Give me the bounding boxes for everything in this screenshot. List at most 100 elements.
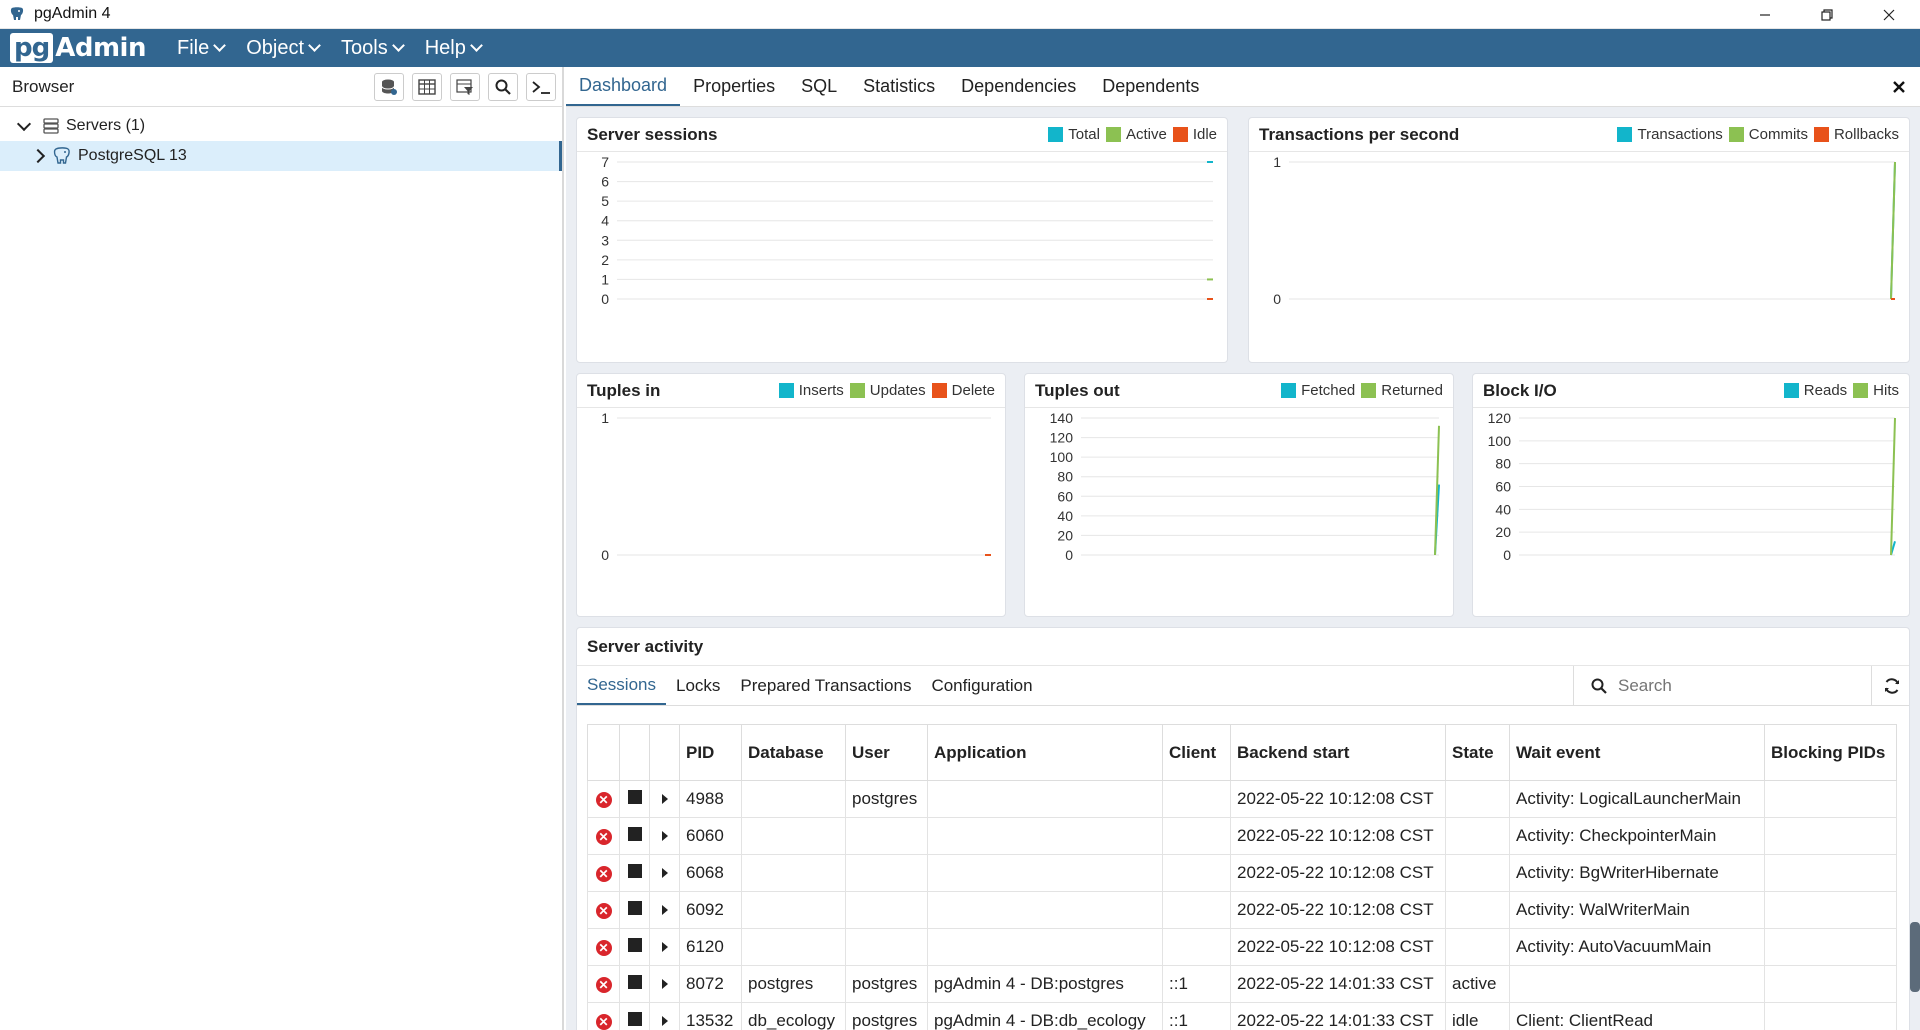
expand-row-cell[interactable] — [649, 780, 680, 818]
table-row[interactable]: ✕ 6060 2022-05-22 10:12:08 CST Activity: Ch… — [587, 817, 1897, 855]
expand-row-cell[interactable] — [649, 854, 680, 892]
table-cell: Activity: BgWriterHibernate — [1509, 854, 1765, 892]
caret-right-icon[interactable] — [661, 868, 668, 878]
stop-icon[interactable] — [627, 975, 642, 989]
cancel-icon[interactable]: ✕ — [595, 829, 612, 845]
legend-label: Commits — [1748, 126, 1808, 143]
caret-right-icon[interactable] — [661, 905, 668, 915]
y-tick-label: 0 — [601, 291, 609, 307]
expand-row-cell[interactable] — [649, 928, 680, 966]
cancel-icon[interactable]: ✕ — [595, 1014, 612, 1030]
table-cell — [1764, 965, 1897, 1003]
col-application[interactable]: Application — [927, 724, 1163, 781]
col-database[interactable]: Database — [741, 724, 846, 781]
cancel-icon[interactable]: ✕ — [595, 903, 612, 919]
tab-sessions[interactable]: Sessions — [577, 666, 666, 705]
cancel-icon[interactable]: ✕ — [595, 866, 612, 882]
chevron-down-icon[interactable] — [16, 116, 32, 131]
menu-file[interactable]: File — [166, 37, 235, 60]
y-tick-label: 40 — [1057, 508, 1073, 524]
caret-right-icon[interactable] — [661, 794, 668, 804]
tab-dashboard[interactable]: Dashboard — [566, 67, 681, 106]
cancel-query-cell[interactable]: ✕ — [587, 780, 620, 818]
expand-row-cell[interactable] — [649, 965, 680, 1003]
tree-node-servers[interactable]: Servers (1) — [0, 111, 562, 141]
tab-prepared-transactions[interactable]: Prepared Transactions — [730, 666, 921, 705]
stop-icon[interactable] — [627, 938, 642, 952]
col-backend-start[interactable]: Backend start — [1230, 724, 1446, 781]
table-row[interactable]: ✕ 13532 db_ecology postgres pgAdmin 4 - DB:d… — [587, 1002, 1897, 1030]
query-tool-database-button[interactable] — [374, 73, 404, 101]
tab-sql[interactable]: SQL — [788, 67, 850, 106]
cancel-query-cell[interactable]: ✕ — [587, 817, 620, 855]
minimize-button[interactable] — [1734, 0, 1796, 29]
terminate-session-cell[interactable] — [619, 1002, 650, 1030]
terminate-session-cell[interactable] — [619, 891, 650, 929]
expand-row-cell[interactable] — [649, 817, 680, 855]
table-cell — [1162, 780, 1231, 818]
expand-row-cell[interactable] — [649, 1002, 680, 1030]
refresh-button[interactable] — [1871, 666, 1911, 706]
search-input[interactable] — [1618, 676, 1838, 696]
stop-icon[interactable] — [627, 790, 642, 804]
tree-label-server: PostgreSQL 13 — [78, 147, 187, 164]
stop-icon[interactable] — [627, 901, 642, 915]
psql-tool-button[interactable] — [526, 73, 556, 101]
cancel-icon[interactable]: ✕ — [595, 940, 612, 956]
chart-plot: 01 — [601, 410, 991, 563]
scrollbar-thumb[interactable] — [1910, 922, 1920, 992]
col-pid[interactable]: PID — [679, 724, 742, 781]
stop-icon[interactable] — [627, 864, 642, 878]
col-wait-event[interactable]: Wait event — [1509, 724, 1765, 781]
caret-right-icon[interactable] — [661, 831, 668, 841]
restore-button[interactable] — [1796, 0, 1858, 29]
caret-right-icon[interactable] — [661, 979, 668, 989]
table-row[interactable]: ✕ 4988 postgres 2022-05-22 10:12:08 CST Acti… — [587, 780, 1897, 818]
table-row[interactable]: ✕ 6092 2022-05-22 10:12:08 CST Activity: Wa… — [587, 891, 1897, 929]
cancel-icon[interactable]: ✕ — [595, 977, 612, 993]
cancel-query-cell[interactable]: ✕ — [587, 891, 620, 929]
terminate-session-cell[interactable] — [619, 928, 650, 966]
col-user[interactable]: User — [845, 724, 928, 781]
y-tick-label: 5 — [601, 193, 609, 209]
cancel-query-cell[interactable]: ✕ — [587, 928, 620, 966]
tab-dependencies[interactable]: Dependencies — [948, 67, 1089, 106]
table-row[interactable]: ✕ 6120 2022-05-22 10:12:08 CST Activity: Au… — [587, 928, 1897, 966]
col-client[interactable]: Client — [1162, 724, 1231, 781]
terminate-session-cell[interactable] — [619, 965, 650, 1003]
expand-row-cell[interactable] — [649, 891, 680, 929]
tab-statistics[interactable]: Statistics — [850, 67, 948, 106]
y-tick-label: 100 — [1050, 449, 1074, 465]
close-icon[interactable] — [1892, 77, 1906, 100]
caret-right-icon[interactable] — [661, 1016, 668, 1026]
search-objects-button[interactable] — [488, 73, 518, 101]
col-blocking-pids[interactable]: Blocking PIDs — [1764, 724, 1897, 781]
chevron-right-icon[interactable] — [30, 148, 46, 164]
terminate-session-cell[interactable] — [619, 780, 650, 818]
filter-rows-button[interactable] — [450, 73, 480, 101]
menu-help[interactable]: Help — [414, 37, 492, 60]
tab-properties[interactable]: Properties — [680, 67, 788, 106]
menu-tools[interactable]: Tools — [330, 37, 414, 60]
stop-icon[interactable] — [627, 1012, 642, 1026]
tab-locks[interactable]: Locks — [666, 666, 730, 705]
table-row[interactable]: ✕ 8072 postgres postgres pgAdmin 4 - DB:post… — [587, 965, 1897, 1003]
cancel-query-cell[interactable]: ✕ — [587, 965, 620, 1003]
tab-configuration[interactable]: Configuration — [921, 666, 1042, 705]
tab-dependents[interactable]: Dependents — [1089, 67, 1212, 106]
view-data-button[interactable] — [412, 73, 442, 101]
tree-node-postgresql-13[interactable]: PostgreSQL 13 — [0, 141, 562, 171]
cancel-icon[interactable]: ✕ — [595, 792, 612, 808]
col-state[interactable]: State — [1445, 724, 1510, 781]
stop-icon[interactable] — [627, 827, 642, 841]
close-window-button[interactable] — [1858, 0, 1920, 29]
cancel-query-cell[interactable]: ✕ — [587, 1002, 620, 1030]
caret-right-icon[interactable] — [661, 942, 668, 952]
table-row[interactable]: ✕ 6068 2022-05-22 10:12:08 CST Activity: Bg… — [587, 854, 1897, 892]
chart-legend: Transactions Commits Rollbacks — [1611, 126, 1899, 143]
menu-object[interactable]: Object — [235, 37, 330, 60]
terminate-session-cell[interactable] — [619, 817, 650, 855]
cancel-query-cell[interactable]: ✕ — [587, 854, 620, 892]
y-tick-label: 6 — [601, 174, 609, 190]
terminate-session-cell[interactable] — [619, 854, 650, 892]
